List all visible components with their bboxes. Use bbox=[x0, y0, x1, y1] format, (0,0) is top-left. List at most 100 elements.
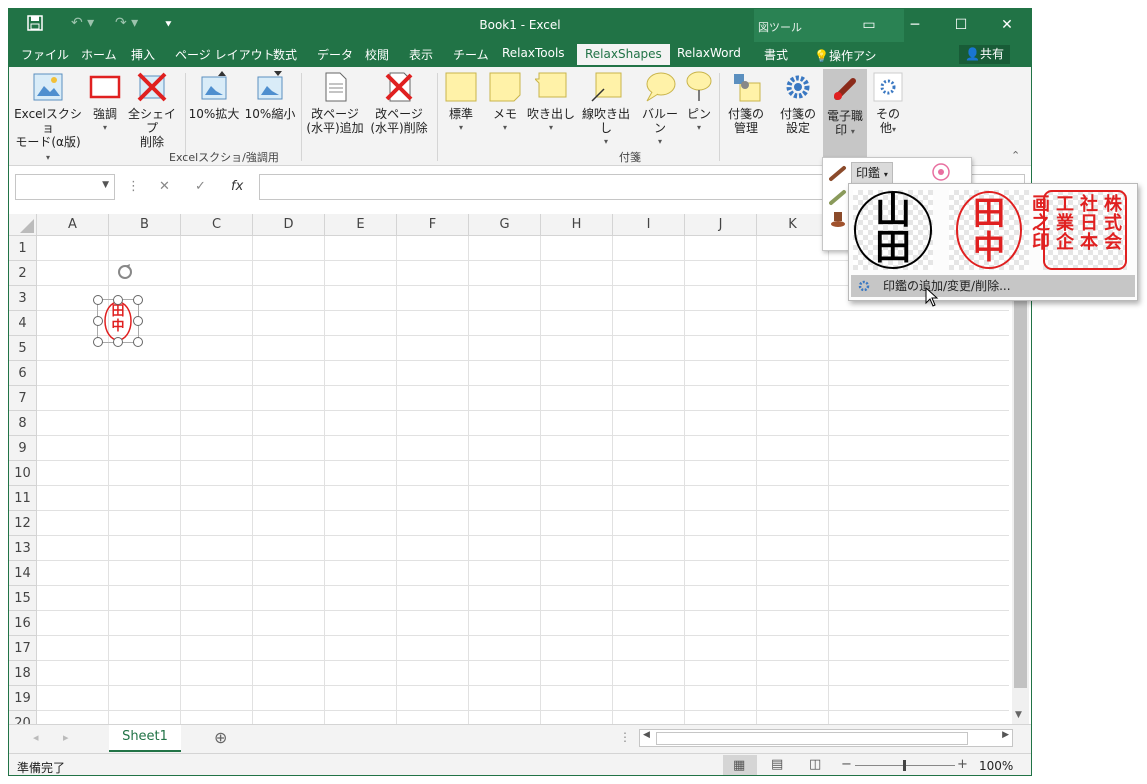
column-header-b[interactable]: B bbox=[109, 214, 181, 236]
resize-handle[interactable] bbox=[93, 295, 103, 305]
emphasis-button[interactable]: 強調 ▾ bbox=[87, 71, 123, 135]
sticky-pin-button[interactable]: ピン ▾ bbox=[683, 71, 715, 135]
tab-home[interactable]: ホーム bbox=[81, 46, 117, 63]
column-header-f[interactable]: F bbox=[397, 214, 469, 236]
row-header-1[interactable]: 1 bbox=[9, 236, 37, 261]
tab-formulas[interactable]: 数式 bbox=[273, 46, 297, 63]
collapse-ribbon-icon[interactable]: ⌃ bbox=[1011, 149, 1020, 162]
tab-splitter-icon[interactable]: ⋮ bbox=[619, 730, 631, 744]
resize-handle[interactable] bbox=[93, 316, 103, 326]
sticky-callout-button[interactable]: 吹き出し ▾ bbox=[527, 71, 575, 135]
page-layout-view-icon[interactable]: ▤ bbox=[771, 757, 783, 772]
row-header-12[interactable]: 12 bbox=[9, 511, 37, 536]
tab-page-layout[interactable]: ページ レイアウト bbox=[175, 46, 275, 63]
row-header-16[interactable]: 16 bbox=[9, 611, 37, 636]
row-header-2[interactable]: 2 bbox=[9, 261, 37, 286]
electronic-stamp-button[interactable]: 電子職 印 ▾ bbox=[823, 69, 867, 163]
sticky-settings-button[interactable]: 付箋の 設定 bbox=[775, 71, 821, 135]
stamp-tanaka[interactable]: 田中 bbox=[949, 190, 1029, 270]
close-icon[interactable]: ✕ bbox=[987, 13, 1027, 37]
pagebreak-add-button[interactable]: 改ページ (水平)追加 bbox=[305, 71, 365, 135]
sticky-standard-button[interactable]: 標準 ▾ bbox=[443, 71, 479, 135]
sticky-line-callout-button[interactable]: 線吹き出し ▾ bbox=[577, 71, 635, 149]
tell-me-box[interactable]: 💡操作アシ bbox=[814, 47, 876, 64]
row-header-18[interactable]: 18 bbox=[9, 661, 37, 686]
excel-screenshot-button[interactable]: Excelスクショ モード(α版) ▾ bbox=[13, 71, 83, 165]
ribbon-display-icon[interactable]: ▭ bbox=[849, 13, 889, 37]
tab-file[interactable]: ファイル bbox=[21, 46, 69, 63]
row-header-19[interactable]: 19 bbox=[9, 686, 37, 711]
tab-insert[interactable]: 挿入 bbox=[131, 46, 155, 63]
resize-handle[interactable] bbox=[133, 337, 143, 347]
column-header-e[interactable]: E bbox=[325, 214, 397, 236]
tab-relaxtools[interactable]: RelaxTools bbox=[502, 46, 565, 60]
zoom-out-icon[interactable]: − bbox=[841, 757, 852, 772]
add-sheet-icon[interactable]: ⊕ bbox=[214, 728, 227, 747]
sticky-memo-button[interactable]: メモ ▾ bbox=[487, 71, 523, 135]
resize-handle[interactable] bbox=[133, 316, 143, 326]
row-header-17[interactable]: 17 bbox=[9, 636, 37, 661]
column-header-h[interactable]: H bbox=[541, 214, 613, 236]
prev-sheet-icon[interactable]: ◂ bbox=[33, 731, 39, 744]
page-break-view-icon[interactable]: ◫ bbox=[809, 757, 821, 772]
sticky-manage-button[interactable]: 付箋の 管理 bbox=[723, 71, 769, 135]
select-all-corner[interactable] bbox=[9, 214, 37, 236]
zoom-in-button[interactable]: 10%拡大 bbox=[187, 71, 241, 121]
column-header-a[interactable]: A bbox=[37, 214, 109, 236]
rotate-handle-icon[interactable] bbox=[115, 262, 135, 285]
row-header-4[interactable]: 4 bbox=[9, 311, 37, 336]
name-box[interactable]: ▼ bbox=[15, 174, 115, 200]
row-header-7[interactable]: 7 bbox=[9, 386, 37, 411]
zoom-level[interactable]: 100% bbox=[979, 759, 1013, 773]
minimize-icon[interactable]: ─ bbox=[895, 13, 935, 37]
row-header-3[interactable]: 3 bbox=[9, 286, 37, 311]
delete-all-shapes-button[interactable]: 全シェイプ 削除 bbox=[125, 71, 179, 149]
edit-stamps-menu-item[interactable]: 印鑑の追加/変更/削除... bbox=[851, 275, 1135, 297]
column-header-j[interactable]: J bbox=[685, 214, 757, 236]
normal-view-button[interactable]: ▦ bbox=[723, 755, 757, 775]
other-button[interactable]: その 他▾ bbox=[871, 71, 905, 137]
stamp-company[interactable]: 株式会社日本工業企画之印 bbox=[1029, 190, 1127, 270]
row-header-8[interactable]: 8 bbox=[9, 411, 37, 436]
tab-review[interactable]: 校閲 bbox=[365, 46, 389, 63]
horizontal-scroll-thumb[interactable] bbox=[656, 732, 968, 745]
horizontal-scrollbar[interactable]: ◀ ▶ bbox=[639, 729, 1013, 747]
tab-team[interactable]: チーム bbox=[453, 46, 489, 63]
cancel-icon[interactable]: ✕ bbox=[159, 179, 170, 194]
tab-data[interactable]: データ bbox=[317, 46, 353, 63]
tab-relaxword[interactable]: RelaxWord bbox=[677, 46, 741, 60]
pagebreak-delete-button[interactable]: 改ページ (水平)削除 bbox=[369, 71, 429, 135]
sheet-tab-sheet1[interactable]: Sheet1 bbox=[109, 725, 181, 752]
maximize-icon[interactable]: ☐ bbox=[941, 13, 981, 37]
resize-handle[interactable] bbox=[113, 295, 123, 305]
sticky-balloon-button[interactable]: バルーン ▾ bbox=[637, 71, 683, 149]
row-header-9[interactable]: 9 bbox=[9, 436, 37, 461]
resize-handle[interactable] bbox=[113, 337, 123, 347]
stamp-yamada[interactable]: 山田 bbox=[853, 190, 933, 270]
tab-format[interactable]: 書式 bbox=[764, 46, 788, 63]
column-header-d[interactable]: D bbox=[253, 214, 325, 236]
resize-handle[interactable] bbox=[93, 337, 103, 347]
zoom-in-icon[interactable]: + bbox=[957, 757, 968, 772]
zoom-slider[interactable] bbox=[855, 760, 955, 771]
tab-relaxshapes[interactable]: RelaxShapes bbox=[577, 44, 670, 65]
scroll-down-icon[interactable]: ▼ bbox=[1015, 710, 1022, 720]
next-sheet-icon[interactable]: ▸ bbox=[63, 731, 69, 744]
column-header-k[interactable]: K bbox=[757, 214, 829, 236]
row-header-6[interactable]: 6 bbox=[9, 361, 37, 386]
row-header-14[interactable]: 14 bbox=[9, 561, 37, 586]
column-header-g[interactable]: G bbox=[469, 214, 541, 236]
row-header-11[interactable]: 11 bbox=[9, 486, 37, 511]
resize-handle[interactable] bbox=[133, 295, 143, 305]
zoom-slider-thumb[interactable] bbox=[903, 760, 906, 771]
zoom-out-button[interactable]: 10%縮小 bbox=[243, 71, 297, 121]
enter-icon[interactable]: ✓ bbox=[195, 179, 206, 194]
tab-view[interactable]: 表示 bbox=[409, 46, 433, 63]
scroll-left-icon[interactable]: ◀ bbox=[643, 730, 650, 740]
row-header-13[interactable]: 13 bbox=[9, 536, 37, 561]
selected-stamp-shape[interactable]: 田中 bbox=[93, 295, 143, 347]
column-header-c[interactable]: C bbox=[181, 214, 253, 236]
row-header-5[interactable]: 5 bbox=[9, 336, 37, 361]
inkan-dropdown[interactable]: 印鑑 ▾ bbox=[851, 162, 893, 184]
row-header-20[interactable]: 20 bbox=[9, 711, 37, 724]
